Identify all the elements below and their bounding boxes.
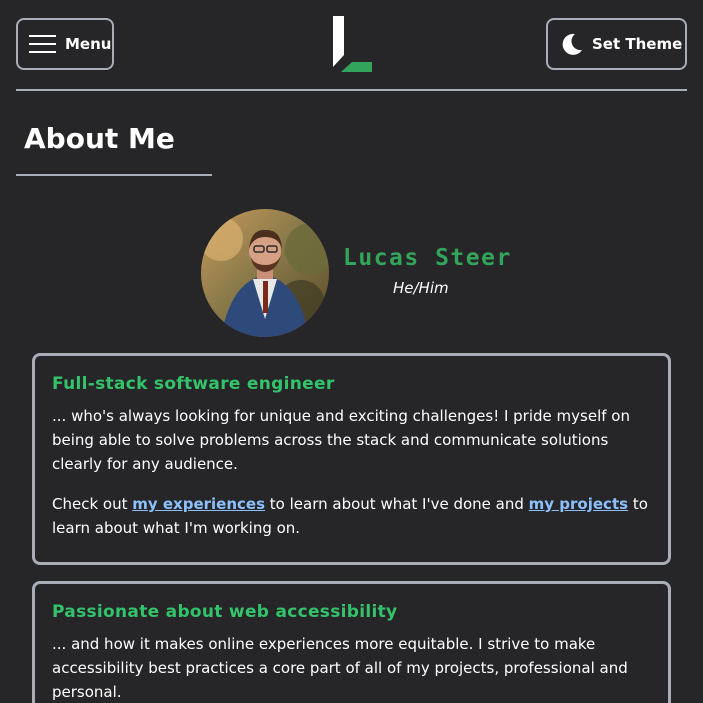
site-header: Menu Set Theme: [0, 0, 703, 91]
profile-pronouns: He/Him: [393, 279, 449, 297]
card-title: Full-stack software engineer: [52, 374, 335, 394]
card-title: Passionate about web accessibility: [52, 602, 398, 622]
profile-name: Lucas Steer: [343, 245, 512, 271]
menu-label: Menu: [65, 35, 112, 53]
text-segment: Check out: [52, 495, 133, 513]
card-paragraph-links: Check out my experiences to learn about …: [52, 492, 651, 540]
card-fullstack: Full-stack software engineer ... who's a…: [32, 353, 671, 565]
projects-link[interactable]: my projects: [529, 495, 628, 513]
header-divider: [16, 89, 687, 91]
set-theme-button[interactable]: Set Theme: [546, 18, 687, 70]
card-paragraph: ... who's always looking for unique and …: [52, 407, 630, 473]
card-paragraph: ... and how it makes online experiences …: [52, 635, 628, 701]
text-segment: to learn about what I've done and: [265, 495, 529, 513]
moon-icon: [560, 32, 584, 56]
hamburger-icon: [29, 33, 57, 55]
set-theme-label: Set Theme: [592, 35, 683, 53]
title-underline: [16, 174, 212, 176]
experiences-link[interactable]: my experiences: [132, 495, 265, 513]
site-logo[interactable]: [331, 15, 373, 73]
page: Menu Set Theme About Me Lucas Steer He/H…: [0, 0, 703, 703]
avatar: [201, 209, 329, 337]
page-title: About Me: [24, 122, 175, 155]
card-accessibility: Passionate about web accessibility ... a…: [32, 581, 671, 703]
menu-button[interactable]: Menu: [16, 18, 114, 70]
